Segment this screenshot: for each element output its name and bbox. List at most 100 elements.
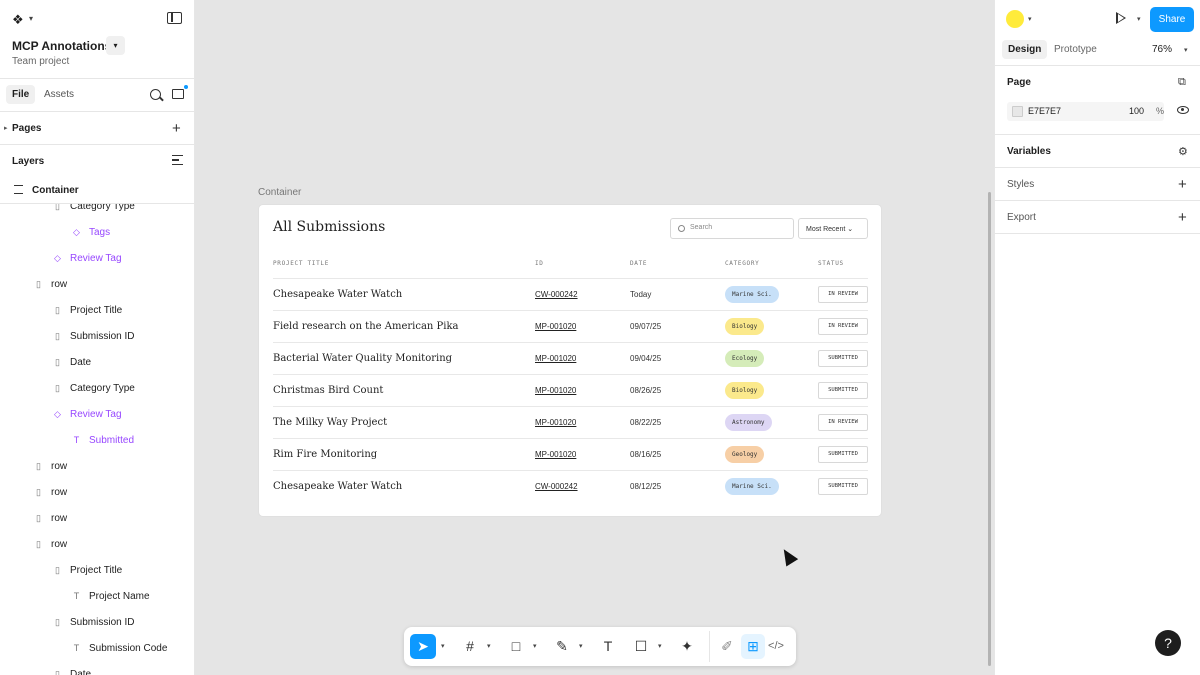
chevron-down-icon[interactable]: ▾	[1137, 15, 1141, 23]
table-row[interactable]: Bacterial Water Quality Monitoring MP-001…	[273, 342, 868, 374]
chevron-down-icon[interactable]: ▾	[487, 642, 491, 650]
pen-tool-icon[interactable]: ✎	[551, 634, 573, 659]
table-row[interactable]: Christmas Bird Count MP-001020 08/26/25 Bio…	[273, 374, 868, 406]
table-row[interactable]: Chesapeake Water Watch CW-000242 08/12/25 M…	[273, 470, 868, 502]
file-name[interactable]: MCP Annotations	[12, 39, 111, 53]
layer-item[interactable]: ▯ row	[33, 513, 67, 524]
submissions-card[interactable]: All Submissions Search Most Recent ⌄ PRO…	[258, 204, 882, 517]
submission-id[interactable]: MP-001020	[535, 386, 576, 395]
chevron-down-icon[interactable]: ▾	[658, 642, 662, 650]
text-tool-icon[interactable]: T	[597, 634, 619, 659]
layer-item[interactable]: T Submitted	[71, 435, 134, 446]
layer-item[interactable]: ◇ Review Tag	[52, 253, 121, 264]
rectangle-tool-icon[interactable]: □	[505, 634, 527, 659]
page-style-icon[interactable]: ⧉	[1178, 76, 1186, 89]
table-row[interactable]: Field research on the American Pika MP-00…	[273, 310, 868, 342]
layer-item[interactable]: ▯ Project Title	[52, 305, 122, 316]
search-input[interactable]: Search	[670, 218, 794, 239]
layer-item[interactable]: T Submission Code	[71, 643, 168, 654]
layer-item[interactable]: ▯ Submission ID	[52, 331, 134, 342]
design-mode-icon[interactable]: ⊞	[741, 634, 765, 659]
add-export-icon[interactable]: +	[1178, 210, 1187, 225]
chevron-down-icon[interactable]: ▾	[1184, 46, 1188, 54]
avatar[interactable]	[1006, 10, 1024, 28]
layer-container[interactable]: Container	[32, 185, 79, 196]
frame-label[interactable]: Container	[258, 187, 301, 198]
chevron-down-icon[interactable]: ▾	[579, 642, 583, 650]
add-style-icon[interactable]: +	[1178, 177, 1187, 192]
dev-mode-icon[interactable]: </>	[765, 634, 787, 659]
chevron-down-icon[interactable]: ▾	[441, 642, 445, 650]
table-row[interactable]: Chesapeake Water Watch CW-000242 Today Mari…	[273, 278, 868, 310]
layer-item[interactable]: T Project Name	[71, 591, 150, 602]
styles-label[interactable]: Styles	[1007, 179, 1034, 190]
status-badge: SUBMITTED	[818, 478, 868, 495]
layer-item[interactable]: ▯ row	[33, 539, 67, 550]
file-menu-chevron-icon[interactable]: ▾	[106, 36, 125, 55]
chevron-down-icon[interactable]: ▾	[29, 14, 33, 23]
divider	[995, 200, 1200, 201]
submission-id[interactable]: MP-001020	[535, 322, 576, 331]
layer-item[interactable]: ▯ row	[33, 279, 67, 290]
sidebar-toggle-icon[interactable]	[167, 12, 182, 24]
eye-icon[interactable]	[1177, 106, 1189, 114]
frame-icon: ▯	[36, 279, 41, 289]
sort-dropdown[interactable]: Most Recent ⌄	[798, 218, 868, 239]
figma-menu-icon[interactable]: ❖	[12, 12, 24, 28]
tab-design[interactable]: Design	[1002, 40, 1048, 59]
add-page-icon[interactable]: +	[172, 121, 181, 136]
page-color-value[interactable]: E7E7E7	[1028, 106, 1061, 116]
layer-item[interactable]: ▯ row	[33, 461, 67, 472]
table-row[interactable]: The Milky Way Project MP-001020 08/22/25 As…	[273, 406, 868, 438]
project-title: Rim Fire Monitoring	[273, 449, 378, 460]
column-header-title: PROJECT TITLE	[273, 260, 330, 267]
canvas-scrollbar[interactable]	[988, 192, 991, 666]
comment-tool-icon[interactable]: ☐	[630, 634, 652, 659]
search-icon[interactable]	[150, 89, 161, 100]
project-title: The Milky Way Project	[273, 417, 388, 428]
submission-id[interactable]: MP-001020	[535, 354, 576, 363]
submission-id[interactable]: CW-000242	[535, 290, 578, 299]
frame-icon	[14, 185, 23, 194]
layer-item[interactable]: ◇ Tags	[71, 227, 110, 238]
layer-item[interactable]: ▯ Date	[52, 357, 91, 368]
chevron-down-icon[interactable]: ▾	[533, 642, 537, 650]
play-icon[interactable]	[1116, 12, 1126, 24]
share-button[interactable]: Share	[1150, 7, 1194, 32]
frame-icon: ▯	[55, 305, 60, 315]
chevron-right-icon[interactable]: ▸	[4, 124, 8, 132]
layer-item[interactable]: ▯ row	[33, 487, 67, 498]
page-color-field[interactable]: E7E7E7 100 %	[1007, 102, 1164, 121]
submission-id[interactable]: MP-001020	[535, 450, 576, 459]
submission-date: 08/16/25	[630, 450, 662, 459]
draw-mode-icon[interactable]: ✐	[716, 634, 738, 659]
variables-label[interactable]: Variables	[1007, 146, 1051, 157]
help-button[interactable]: ?	[1155, 630, 1181, 656]
submission-id[interactable]: CW-000242	[535, 482, 578, 491]
color-swatch[interactable]	[1012, 106, 1023, 117]
export-label[interactable]: Export	[1007, 212, 1036, 223]
layer-item[interactable]: ◇ Review Tag	[52, 409, 121, 420]
table-row[interactable]: Rim Fire Monitoring MP-001020 08/16/25 Geol…	[273, 438, 868, 470]
tab-prototype[interactable]: Prototype	[1054, 44, 1097, 55]
move-tool-icon[interactable]: ➤	[410, 634, 436, 659]
library-icon[interactable]	[172, 85, 188, 99]
column-header-category: CATEGORY	[725, 260, 760, 267]
layer-item[interactable]: ▯ Submission ID	[52, 617, 134, 628]
layer-item[interactable]: ▯ Project Title	[52, 565, 122, 576]
actions-icon[interactable]: ✦	[676, 634, 698, 659]
zoom-level[interactable]: 76%	[1152, 44, 1172, 55]
layer-item[interactable]: ▯ Date	[52, 669, 91, 675]
page-opacity-value[interactable]: 100	[1129, 106, 1144, 116]
pages-label[interactable]: Pages	[12, 123, 41, 134]
chevron-down-icon[interactable]: ▾	[1028, 15, 1032, 23]
tab-file[interactable]: File	[6, 85, 36, 104]
frame-tool-icon[interactable]: #	[459, 634, 481, 659]
variables-icon[interactable]: ⚙	[1178, 145, 1188, 158]
layer-item[interactable]: ▯ Category Type	[52, 383, 135, 394]
category-tag: Biology	[725, 318, 765, 335]
layer-item[interactable]: ▯ Category Type	[52, 204, 135, 212]
collapse-layers-icon[interactable]	[172, 155, 183, 165]
submission-id[interactable]: MP-001020	[535, 418, 576, 427]
tab-assets[interactable]: Assets	[44, 89, 74, 100]
